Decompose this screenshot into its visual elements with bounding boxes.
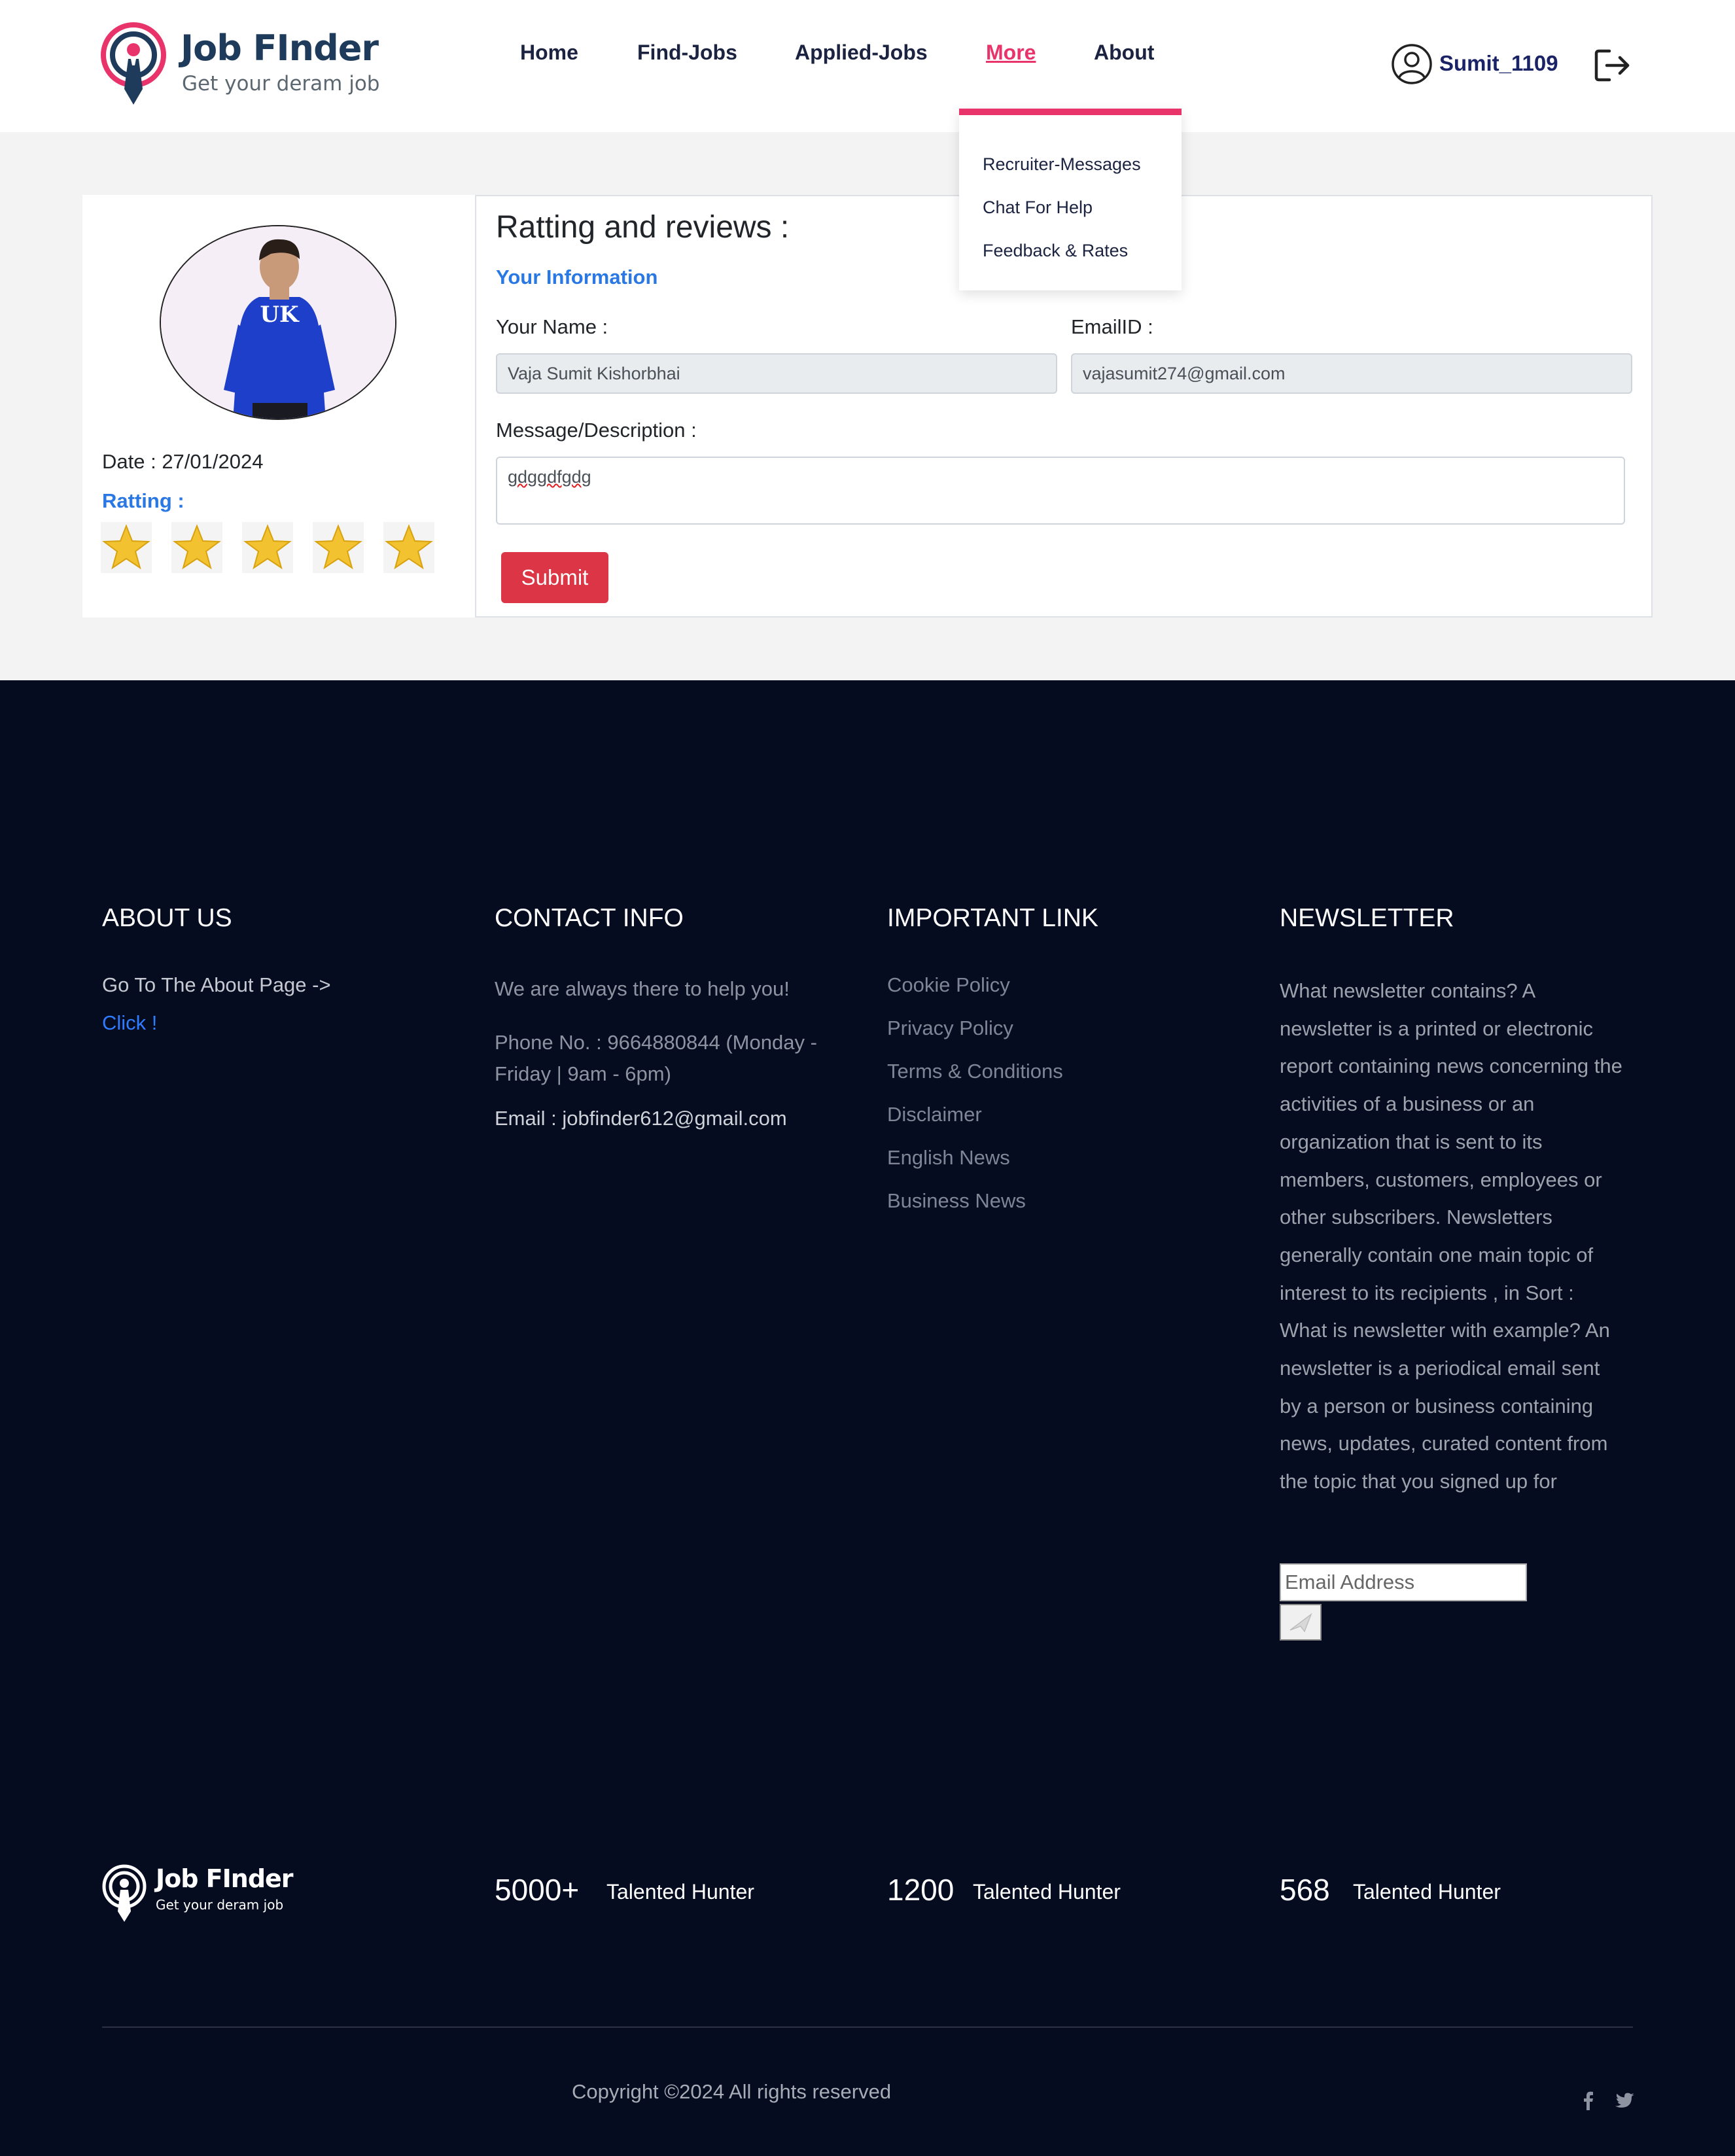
copyright-text: Copyright ©2024 All rights reserved	[572, 2080, 892, 2103]
username: Sumit_1109	[1439, 51, 1558, 75]
about-us-heading: ABOUT US	[102, 904, 232, 932]
logo-subtitle: Get your deram job	[182, 72, 380, 96]
newsletter-text: What newsletter contains? A newsletter i…	[1280, 979, 1622, 1493]
star-icon-1[interactable]	[101, 522, 152, 573]
footer-divider	[102, 2026, 1633, 2028]
avatar: UK	[160, 225, 396, 420]
send-icon	[1289, 1612, 1312, 1633]
stat-number-1: 5000+	[495, 1873, 580, 1907]
contact-phone: Phone No. : 9664880844 (Monday - Friday …	[495, 1031, 817, 1085]
star-icon-5[interactable]	[383, 522, 434, 573]
message-text: gdggdfgdg	[508, 467, 591, 487]
footer-logo-subtitle: Get your deram job	[156, 1897, 284, 1913]
avatar-photo: UK	[161, 226, 395, 419]
star-icon-3[interactable]	[242, 522, 293, 573]
link-english-news[interactable]: English News	[887, 1146, 1010, 1170]
footer-logo[interactable]: Job FInder Get your deram job	[101, 1863, 297, 1926]
stat-number-2: 1200	[887, 1873, 955, 1907]
submit-button[interactable]: Submit	[501, 552, 608, 603]
newsletter-heading: NEWSLETTER	[1280, 904, 1454, 932]
menu-item-recruiter-messages[interactable]: Recruiter-Messages	[983, 154, 1141, 175]
important-link-heading: IMPORTANT LINK	[887, 904, 1098, 932]
link-cookie-policy[interactable]: Cookie Policy	[887, 973, 1010, 997]
nav-home[interactable]: Home	[520, 41, 578, 65]
star-rating	[101, 522, 467, 574]
stat-label-3: Talented Hunter	[1353, 1880, 1501, 1904]
nav-find-jobs[interactable]: Find-Jobs	[637, 41, 737, 65]
message-textarea[interactable]: gdggdfgdg	[496, 457, 1625, 525]
link-terms-conditions[interactable]: Terms & Conditions	[887, 1060, 1063, 1083]
main-content: UK Date : 27/01/2024 Ratting : Ratting a…	[0, 132, 1735, 680]
newsletter-email-input[interactable]: Email Address	[1280, 1563, 1527, 1601]
footer-logo-title: Job FInder	[156, 1864, 294, 1893]
nav-more[interactable]: More	[986, 41, 1036, 65]
stat-label-2: Talented Hunter	[973, 1880, 1121, 1904]
form-title: Ratting and reviews :	[496, 210, 790, 245]
svg-text:UK: UK	[260, 302, 300, 328]
nav-applied-jobs[interactable]: Applied-Jobs	[795, 41, 928, 65]
link-disclaimer[interactable]: Disclaimer	[887, 1103, 982, 1126]
more-dropdown-menu: Recruiter-Messages Chat For Help Feedbac…	[959, 109, 1182, 290]
star-icon-2[interactable]	[171, 522, 222, 573]
name-field[interactable]: Vaja Sumit Kishorbhai	[496, 353, 1057, 394]
top-navbar: Job FInder Get your deram job Home Find-…	[0, 0, 1735, 132]
logout-icon[interactable]	[1591, 44, 1633, 86]
email-label: EmailID :	[1071, 315, 1153, 338]
menu-item-chat-for-help[interactable]: Chat For Help	[983, 198, 1093, 218]
twitter-icon[interactable]	[1615, 2091, 1636, 2110]
facebook-icon[interactable]	[1579, 2091, 1598, 2110]
menu-item-feedback-rates[interactable]: Feedback & Rates	[983, 241, 1128, 261]
profile-card: UK Date : 27/01/2024 Ratting :	[82, 195, 475, 617]
about-text: Go To The About Page ->	[102, 973, 331, 996]
about-click-link[interactable]: Click !	[102, 1011, 157, 1035]
review-date: Date : 27/01/2024	[102, 450, 264, 473]
stat-label-1: Talented Hunter	[606, 1880, 754, 1904]
contact-tagline: We are always there to help you!	[495, 977, 790, 1000]
rating-label: Ratting :	[102, 489, 184, 512]
star-icon-4[interactable]	[313, 522, 364, 573]
link-privacy-policy[interactable]: Privacy Policy	[887, 1017, 1013, 1040]
name-label: Your Name :	[496, 315, 608, 338]
contact-info-heading: CONTACT INFO	[495, 904, 684, 932]
contact-email: Email : jobfinder612@gmail.com	[495, 1107, 787, 1130]
nav-about[interactable]: About	[1094, 41, 1154, 65]
link-business-news[interactable]: Business News	[887, 1189, 1026, 1213]
user-circle-icon	[1392, 44, 1432, 84]
footer: ABOUT US Go To The About Page -> Click !…	[0, 680, 1735, 2156]
message-label: Message/Description :	[496, 419, 697, 442]
email-field[interactable]: vajasumit274@gmail.com	[1071, 353, 1632, 394]
form-subtitle: Your Information	[496, 266, 658, 288]
newsletter-send-button[interactable]	[1280, 1604, 1322, 1641]
stat-number-3: 568	[1280, 1873, 1330, 1907]
footer-logo-pin-icon	[102, 1864, 147, 1922]
